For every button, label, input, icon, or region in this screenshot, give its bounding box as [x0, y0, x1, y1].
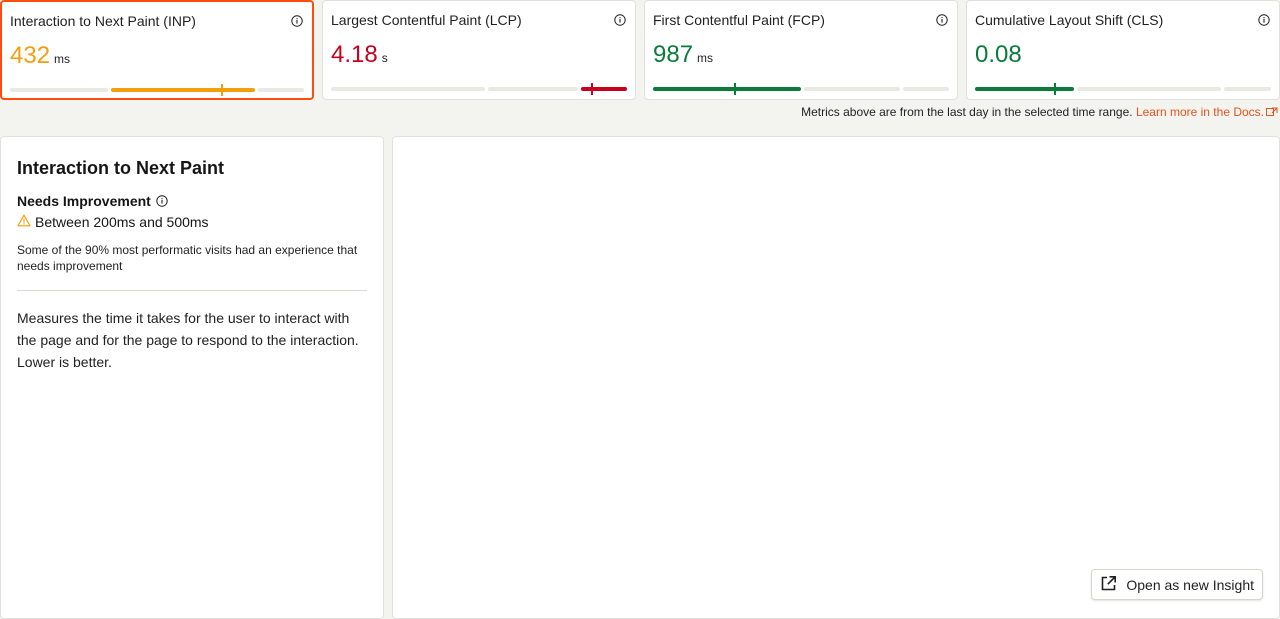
metric-detail-panel: Interaction to Next Paint Needs Improvem…	[0, 136, 384, 619]
metric-card-fcp[interactable]: First Contentful Paint (FCP) 987 ms	[644, 0, 958, 100]
detail-note: Some of the 90% most performatic visits …	[17, 243, 358, 273]
info-icon[interactable]	[1258, 14, 1270, 26]
metric-threshold-bar	[975, 83, 1271, 95]
poor-range-segment	[581, 87, 627, 91]
external-link-icon	[1266, 106, 1278, 116]
metric-number: 4.18	[331, 41, 378, 68]
divider	[17, 290, 367, 291]
metric-number: 987	[653, 41, 694, 68]
needs-improvement-range-segment	[111, 88, 255, 92]
metric-card-lcp[interactable]: Largest Contentful Paint (LCP) 4.18 s	[322, 0, 636, 100]
good-range-segment	[975, 87, 1074, 91]
detail-description: Measures the time it takes for the user …	[17, 310, 359, 370]
metric-unit: ms	[697, 51, 714, 65]
detail-range: Between 200ms and 500ms	[17, 214, 209, 230]
good-range-segment	[10, 88, 108, 92]
notice-text: Metrics above are from the last day in t…	[801, 105, 1133, 119]
metric-value-cls: 0.08	[975, 41, 1022, 69]
metric-card-cls[interactable]: Cumulative Layout Shift (CLS) 0.08	[966, 0, 1280, 100]
value-marker	[734, 83, 736, 95]
external-link-icon	[1100, 575, 1126, 595]
chart-panel: Open as new Insight	[392, 136, 1280, 619]
info-icon[interactable]	[291, 15, 303, 27]
metric-threshold-bar	[653, 83, 949, 95]
good-range-segment	[653, 87, 801, 91]
metric-value-fcp: 987 ms	[653, 41, 713, 69]
info-icon[interactable]	[936, 14, 948, 26]
detail-title: Interaction to Next Paint	[17, 158, 225, 178]
range-text: Between 200ms and 500ms	[35, 214, 209, 230]
good-range-segment	[331, 87, 485, 91]
metrics-notice: Metrics above are from the last day in t…	[801, 105, 1278, 119]
poor-range-segment	[1224, 87, 1271, 91]
metric-value-lcp: 4.18 s	[331, 41, 388, 69]
metric-value-inp: 432 ms	[10, 42, 70, 70]
info-icon[interactable]	[156, 195, 168, 207]
metric-title-lcp: Largest Contentful Paint (LCP)	[331, 12, 522, 28]
info-icon[interactable]	[614, 14, 626, 26]
metric-title-fcp: First Contentful Paint (FCP)	[653, 12, 825, 28]
detail-status: Needs Improvement	[17, 193, 168, 209]
metric-threshold-bar	[331, 83, 627, 95]
warning-triangle-icon	[17, 214, 35, 230]
metric-unit: s	[381, 51, 388, 65]
docs-link[interactable]: Learn more in the Docs.	[1136, 105, 1278, 119]
metric-unit: ms	[54, 52, 71, 66]
needs-improvement-range-segment	[804, 87, 900, 91]
status-label: Needs Improvement	[17, 193, 151, 209]
poor-range-segment	[903, 87, 949, 91]
value-marker	[221, 84, 223, 96]
metric-number: 0.08	[975, 41, 1022, 68]
value-marker	[591, 83, 593, 95]
poor-range-segment	[258, 88, 304, 92]
metric-card-inp[interactable]: Interaction to Next Paint (INP) 432 ms	[0, 0, 314, 100]
value-marker	[1054, 83, 1056, 95]
metric-number: 432	[10, 42, 51, 69]
docs-link-label: Learn more in the Docs.	[1135, 105, 1264, 119]
needs-improvement-range-segment	[1077, 87, 1221, 91]
open-button-label: Open as new Insight	[1126, 576, 1254, 593]
open-as-new-insight-button[interactable]: Open as new Insight	[1091, 569, 1263, 600]
metric-threshold-bar	[10, 84, 304, 96]
metric-title-cls: Cumulative Layout Shift (CLS)	[975, 12, 1164, 28]
metric-title-inp: Interaction to Next Paint (INP)	[10, 13, 196, 29]
needs-improvement-range-segment	[488, 87, 578, 91]
